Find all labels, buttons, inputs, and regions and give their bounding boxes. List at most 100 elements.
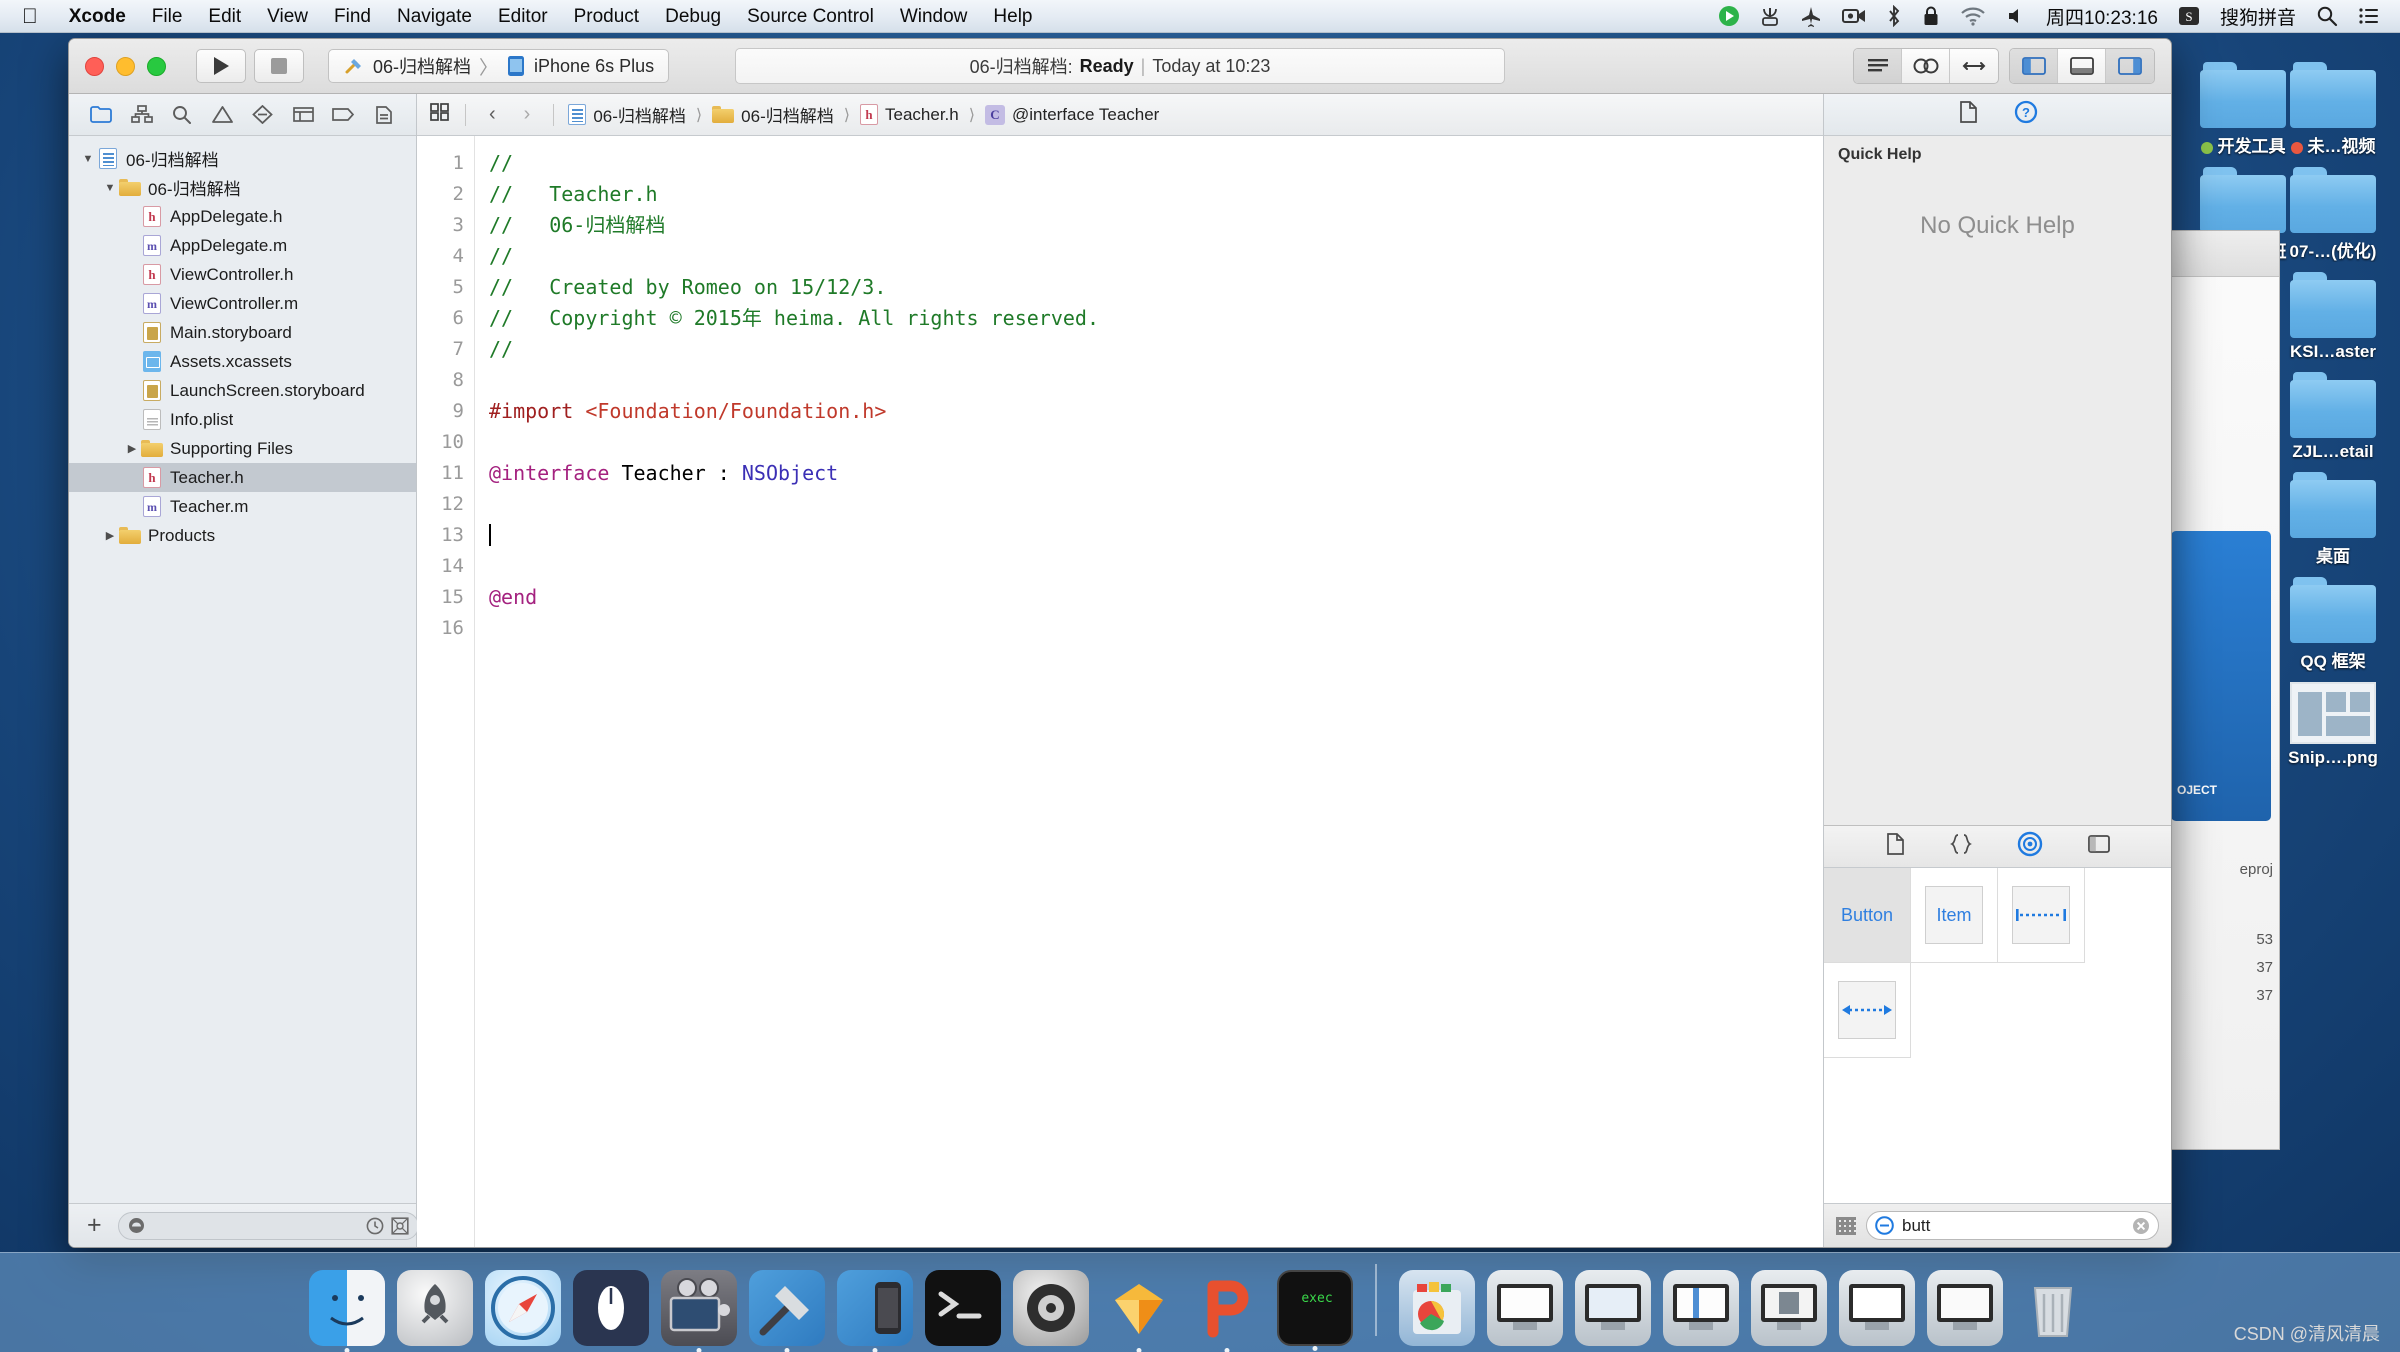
test-navigator-icon[interactable] [246, 101, 280, 129]
symbol-navigator-icon[interactable] [125, 101, 159, 129]
navigator-row[interactable]: Assets.xcassets [69, 347, 416, 376]
sketch-dock-icon[interactable] [1101, 1270, 1177, 1352]
run-button[interactable] [196, 49, 246, 83]
mouse-app-dock-icon[interactable] [573, 1270, 649, 1346]
screenshot-6-dock-icon[interactable] [1927, 1270, 2003, 1346]
volume-icon[interactable] [1996, 6, 2036, 26]
assistant-editor-icon[interactable] [1902, 49, 1950, 83]
library-item[interactable]: Item [1911, 868, 1998, 963]
code-snippet-library-icon[interactable] [1949, 833, 1973, 860]
find-navigator-icon[interactable] [165, 101, 199, 129]
file-template-library-icon[interactable] [1885, 833, 1905, 860]
screenshot-2-dock-icon[interactable] [1575, 1270, 1651, 1346]
code-line[interactable]: // 06-归档解档 [489, 210, 1823, 241]
code-line[interactable] [489, 427, 1823, 458]
code-line[interactable]: // [489, 148, 1823, 179]
zoom-button[interactable] [147, 56, 166, 76]
breadcrumb[interactable]: 06-归档解档 ⟩ 06-归档解档 ⟩ Teacher.h ⟩ C @inter… [568, 102, 1159, 127]
file-inspector-icon[interactable] [1958, 101, 1978, 128]
library-item[interactable]: Button [1824, 868, 1911, 963]
show-debug-area-icon[interactable] [2058, 49, 2106, 83]
notification-center-icon[interactable] [2348, 6, 2400, 26]
disclosure-triangle-icon[interactable]: ▶ [101, 529, 119, 542]
menu-item-window[interactable]: Window [887, 0, 981, 33]
menu-item-xcode[interactable]: Xcode [56, 0, 139, 33]
finder-dock-icon[interactable] [309, 1270, 385, 1352]
quick-help-inspector-icon[interactable]: ? [2014, 100, 2038, 129]
system-preferences-dock-icon[interactable] [1013, 1270, 1089, 1346]
desktop-icon[interactable]: Snip….png [2268, 682, 2398, 768]
desktop-icon[interactable]: 07-…(优化) [2268, 167, 2398, 262]
navigator-row[interactable]: Teacher.h [69, 463, 416, 492]
navigator-row[interactable]: AppDelegate.h [69, 202, 416, 231]
minimize-button[interactable] [116, 56, 135, 76]
paw-dock-icon[interactable] [1189, 1270, 1265, 1352]
library-item[interactable] [1998, 868, 2085, 963]
screenshot-3-dock-icon[interactable] [1663, 1270, 1739, 1346]
related-items-icon[interactable] [429, 102, 451, 127]
code-line[interactable]: // [489, 334, 1823, 365]
navigator-row[interactable]: Main.storyboard [69, 318, 416, 347]
add-plus-icon[interactable]: + [81, 1213, 108, 1238]
code-line[interactable] [489, 520, 1823, 551]
stop-button[interactable] [254, 49, 304, 83]
lock-icon[interactable] [1912, 5, 1950, 27]
navigator-row[interactable]: ▼ 06-归档解档 [69, 144, 416, 173]
disclosure-triangle-icon[interactable]: ▼ [79, 153, 97, 165]
scheme-selector[interactable]: 06-归档解档 〉 iPhone 6s Plus [328, 49, 670, 83]
disclosure-triangle-icon[interactable]: ▶ [123, 442, 141, 455]
menu-item-product[interactable]: Product [561, 0, 652, 33]
menu-item-help[interactable]: Help [980, 0, 1045, 33]
play-green-icon[interactable] [1708, 5, 1750, 27]
code-line[interactable]: // [489, 241, 1823, 272]
apple-logo-icon[interactable]:  [22, 6, 38, 27]
airplane-icon[interactable] [1790, 5, 1832, 27]
desktop-icon[interactable]: QQ 框架 [2268, 577, 2398, 672]
media-library-icon[interactable] [2087, 833, 2111, 860]
back-chevron-icon[interactable]: ‹ [480, 103, 505, 126]
exec-dock-icon[interactable]: exec [1277, 1270, 1353, 1351]
show-navigator-icon[interactable] [2010, 49, 2058, 83]
desktop-icon[interactable]: ZJL…etail [2268, 372, 2398, 462]
stack-folder-dock-icon[interactable] [1399, 1270, 1475, 1346]
object-library-icon[interactable] [2017, 831, 2043, 862]
navigator-row[interactable]: AppDelegate.m [69, 231, 416, 260]
quicktime-dock-icon[interactable] [661, 1270, 737, 1352]
menu-item-debug[interactable]: Debug [652, 0, 734, 33]
library-item[interactable] [1824, 963, 1911, 1058]
navigator-row[interactable]: ▼ 06-归档解档 [69, 173, 416, 202]
input-method-label[interactable]: 搜狗拼音 [2210, 3, 2306, 30]
desktop-icon[interactable]: KSI…aster [2268, 272, 2398, 362]
xcode-dock-icon[interactable] [749, 1270, 825, 1352]
eject-icon[interactable] [1750, 5, 1790, 27]
navigator-row[interactable]: Teacher.m [69, 492, 416, 521]
safari-dock-icon[interactable] [485, 1270, 561, 1346]
menu-item-file[interactable]: File [139, 0, 196, 33]
code-line[interactable]: @interface Teacher : NSObject [489, 458, 1823, 489]
code-line[interactable] [489, 489, 1823, 520]
menu-item-find[interactable]: Find [321, 0, 384, 33]
navigator-row[interactable]: ▶ Supporting Files [69, 434, 416, 463]
navigator-row[interactable]: ViewController.m [69, 289, 416, 318]
menu-item-edit[interactable]: Edit [195, 0, 254, 33]
menu-item-editor[interactable]: Editor [485, 0, 561, 33]
screenshot-1-dock-icon[interactable] [1487, 1270, 1563, 1346]
navigator-row[interactable]: ▶ Products [69, 521, 416, 550]
list-grid-toggle-icon[interactable] [1836, 1216, 1856, 1235]
code-line[interactable]: #import <Foundation/Foundation.h> [489, 396, 1823, 427]
screenshot-5-dock-icon[interactable] [1839, 1270, 1915, 1346]
navigator-row[interactable]: LaunchScreen.storyboard [69, 376, 416, 405]
breakpoint-navigator-icon[interactable] [326, 101, 360, 129]
show-utilities-icon[interactable] [2106, 49, 2154, 83]
project-navigator-icon[interactable] [84, 101, 118, 129]
launchpad-dock-icon[interactable] [397, 1270, 473, 1346]
code-line[interactable] [489, 551, 1823, 582]
bluetooth-icon[interactable] [1876, 5, 1912, 27]
code-line[interactable]: // Created by Romeo on 15/12/3. [489, 272, 1823, 303]
desktop-icon[interactable]: 未…视频 [2268, 62, 2398, 157]
issue-navigator-icon[interactable] [205, 101, 239, 129]
navigator-row[interactable]: ViewController.h [69, 260, 416, 289]
wifi-icon[interactable] [1950, 6, 1996, 26]
input-method-badge-icon[interactable]: S [2168, 5, 2210, 27]
close-button[interactable] [85, 56, 104, 76]
